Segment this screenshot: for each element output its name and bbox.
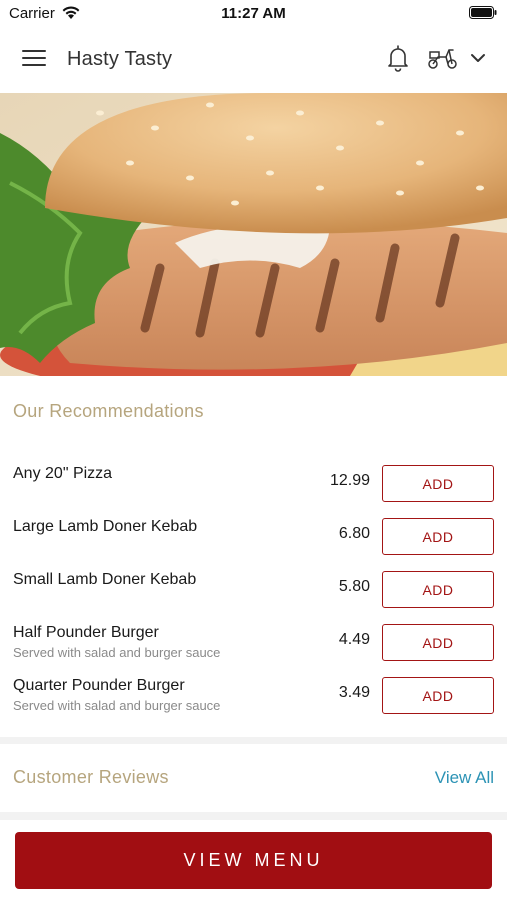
item-price: 12.99 — [329, 472, 370, 489]
app-header: Hasty Tasty — [0, 26, 507, 93]
chevron-down-icon[interactable] — [469, 52, 487, 64]
scooter-delivery-icon[interactable] — [427, 46, 458, 70]
add-button[interactable]: ADD — [382, 571, 494, 608]
item-name: Half Pounder Burger — [13, 624, 159, 641]
item-price: 5.80 — [338, 578, 370, 595]
section-divider — [0, 737, 507, 744]
bell-icon[interactable] — [386, 44, 410, 72]
list-item: Any 20" Pizza 12.99 ADD — [0, 452, 507, 505]
item-price: 6.80 — [338, 525, 370, 542]
item-name: Quarter Pounder Burger — [13, 677, 185, 694]
list-item: Quarter Pounder Burger Served with salad… — [0, 664, 507, 717]
hamburger-menu-icon[interactable] — [22, 50, 46, 68]
add-button[interactable]: ADD — [382, 677, 494, 714]
view-all-link[interactable]: View All — [435, 768, 494, 788]
item-name: Any 20" Pizza — [13, 465, 113, 482]
app-title: Hasty Tasty — [67, 48, 173, 70]
battery-icon — [469, 6, 497, 19]
add-button[interactable]: ADD — [382, 624, 494, 661]
list-item: Large Lamb Doner Kebab 6.80 ADD — [0, 505, 507, 558]
list-item: Small Lamb Doner Kebab 5.80 ADD — [0, 558, 507, 611]
add-button[interactable]: ADD — [382, 518, 494, 555]
item-price: 4.49 — [338, 631, 370, 648]
recommendations-list: Any 20" Pizza 12.99 ADD Large Lamb Doner… — [0, 452, 507, 717]
add-button[interactable]: ADD — [382, 465, 494, 502]
list-item: Half Pounder Burger Served with salad an… — [0, 611, 507, 664]
status-bar: Carrier 11:27 AM — [0, 0, 507, 26]
recommendations-title: Our Recommendations — [13, 401, 204, 421]
hero-burger-image — [0, 93, 507, 376]
item-name: Small Lamb Doner Kebab — [13, 571, 197, 588]
section-divider — [0, 812, 507, 820]
reviews-title: Customer Reviews — [13, 767, 169, 787]
view-menu-button[interactable]: VIEW MENU — [15, 832, 492, 889]
item-name: Large Lamb Doner Kebab — [13, 518, 198, 535]
status-time: 11:27 AM — [221, 5, 286, 22]
item-description: Served with salad and burger sauce — [13, 645, 221, 660]
item-price: 3.49 — [338, 684, 370, 701]
item-description: Served with salad and burger sauce — [13, 698, 221, 713]
